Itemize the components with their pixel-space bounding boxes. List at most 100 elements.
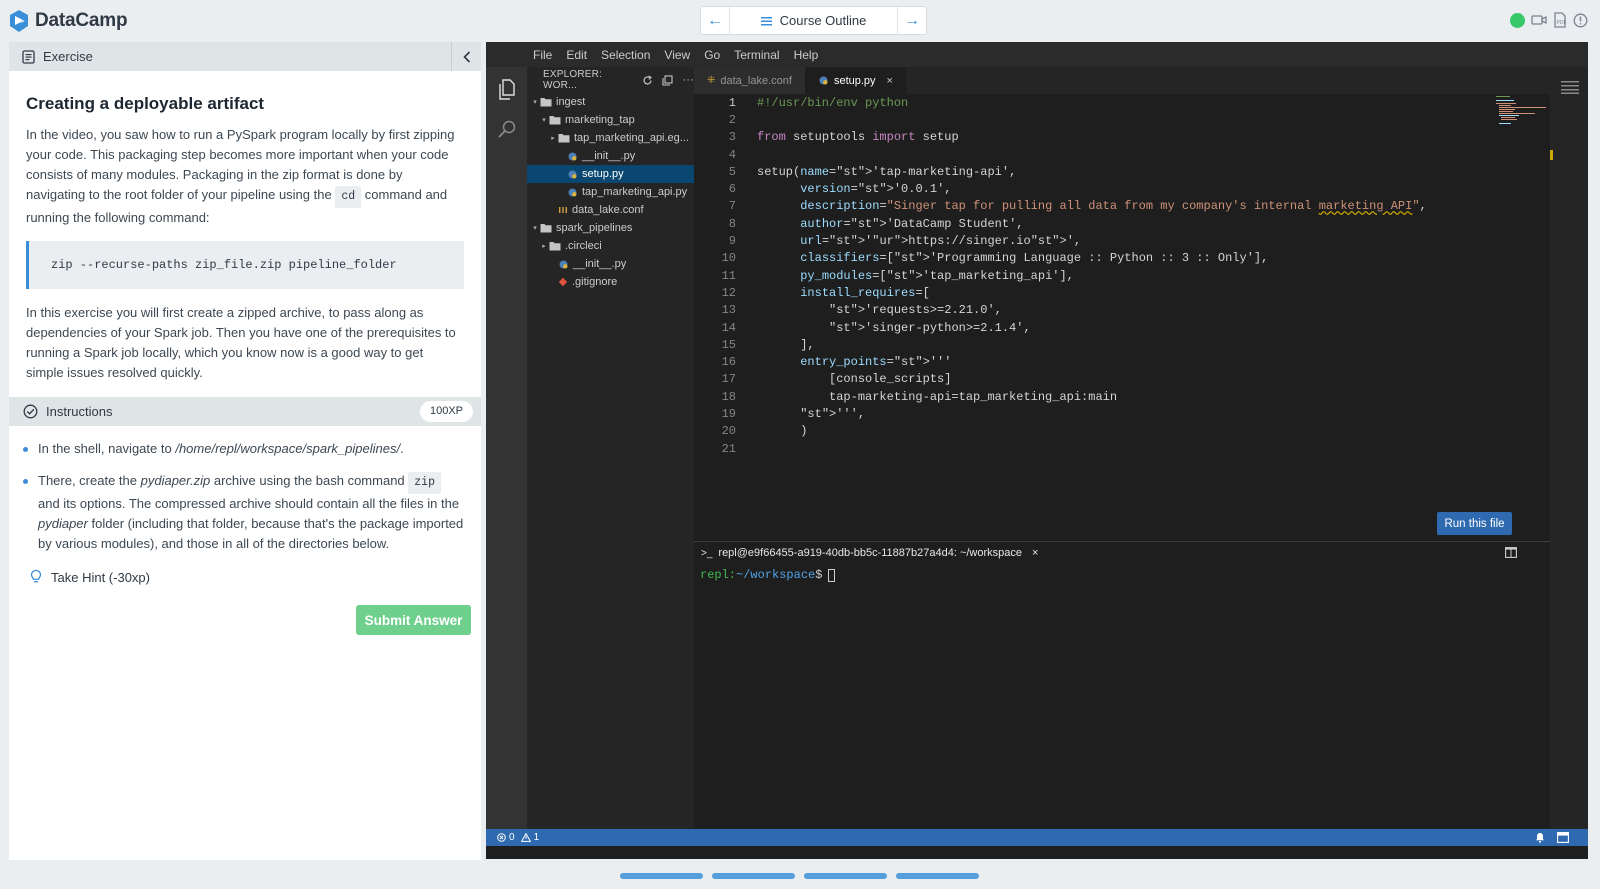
collapse-panel-button[interactable] — [451, 42, 481, 71]
tree-item[interactable]: .gitignore — [527, 273, 694, 291]
line-number: 19 — [721, 406, 736, 421]
command-text: zip --recurse-paths zip_file.zip pipelin… — [51, 258, 397, 272]
instruction-1-path: /home/repl/workspace/spark_pipelines/ — [175, 441, 401, 456]
line-number: 21 — [721, 441, 736, 456]
code-text: url="st">'"ur">https://singer.io"st">', — [800, 234, 1082, 249]
outline-list-icon[interactable] — [1561, 80, 1579, 94]
chevron-right-icon[interactable]: ▸ — [548, 134, 558, 142]
menu-file[interactable]: File — [533, 48, 552, 62]
previous-exercise-button[interactable]: ← — [701, 7, 729, 34]
chevron-down-icon[interactable]: ▾ — [539, 116, 549, 124]
tab-data-lake-conf[interactable]: ⁜ data_lake.conf — [694, 67, 805, 94]
line-number: 17 — [721, 372, 736, 387]
chevron-down-icon[interactable]: ▾ — [530, 98, 540, 106]
split-terminal-icon[interactable] — [1505, 547, 1517, 558]
datacamp-logo[interactable]: DataCamp — [8, 9, 128, 33]
code-line: 7 description="Singer tap for pulling al… — [694, 198, 1550, 215]
instruction-item: In the shell, navigate to /home/repl/wor… — [23, 439, 464, 459]
line-number: 15 — [721, 337, 736, 352]
feedback-icon[interactable] — [1557, 832, 1569, 843]
exercise-panel: Exercise Creating a deployable artifact … — [9, 42, 481, 860]
inline-code-cd: cd — [335, 186, 362, 208]
explorer-files-icon[interactable] — [497, 79, 517, 101]
line-number: 1 — [728, 95, 736, 110]
tree-item-label: __init__.py — [582, 150, 636, 162]
tab-setup-py[interactable]: setup.py × — [804, 67, 906, 94]
progress-segment[interactable] — [896, 873, 979, 879]
chevron-left-icon — [462, 50, 470, 63]
code-line: 19 "st">''', — [694, 405, 1550, 422]
tree-item[interactable]: ▸ .circleci — [527, 237, 694, 255]
code-line: 11 py_modules=["st">'tap_marketing_api']… — [694, 267, 1550, 284]
more-icon[interactable]: ··· — [682, 74, 694, 86]
menu-help[interactable]: Help — [794, 48, 819, 62]
inline-code-zip: zip — [408, 472, 441, 494]
tree-item[interactable]: ▾ spark_pipelines — [527, 219, 694, 237]
folder-icon — [540, 97, 552, 107]
code-line: 13 "st">'requests>=2.21.0', — [694, 302, 1550, 319]
menu-view[interactable]: View — [664, 48, 690, 62]
take-hint-label: Take Hint (-30xp) — [51, 569, 150, 585]
course-outline-button[interactable]: Course Outline — [729, 7, 898, 34]
tree-item[interactable]: __init__.py — [527, 255, 694, 273]
take-hint-button[interactable]: Take Hint (-30xp) — [30, 569, 481, 585]
tree-item[interactable]: ▾ ingest — [527, 93, 694, 111]
code-line: 10 classifiers=["st">'Programming Langua… — [694, 250, 1550, 267]
menu-go[interactable]: Go — [704, 48, 720, 62]
video-icon[interactable] — [1531, 13, 1547, 27]
top-right-icons: PDF — [1510, 12, 1588, 28]
search-icon[interactable] — [497, 119, 517, 139]
file-explorer: EXPLORER: WOR... ··· ▾ ingest ▾ marketing_t… — [527, 67, 694, 829]
tree-item[interactable]: setup.py — [527, 165, 694, 183]
menu-terminal[interactable]: Terminal — [734, 48, 779, 62]
terminal[interactable]: repl: ~/workspace $ — [700, 568, 836, 582]
chevron-right-icon[interactable]: ▸ — [539, 242, 549, 250]
close-tab-icon[interactable]: × — [887, 75, 893, 87]
terminal-tab-label[interactable]: repl@e9f66455-a919-40db-bb5c-11887b27a4d… — [718, 547, 1022, 559]
line-number: 18 — [721, 389, 736, 404]
tree-item[interactable]: data_lake.conf — [527, 201, 694, 219]
prompt-user: repl: — [700, 568, 737, 582]
run-this-file-button[interactable]: Run this file — [1437, 512, 1512, 535]
scroll-marker — [1550, 150, 1553, 160]
tree-item[interactable]: tap_marketing_api.py — [527, 183, 694, 201]
code-text: classifiers=["st">'Programming Language … — [800, 251, 1269, 266]
menu-edit[interactable]: Edit — [566, 48, 587, 62]
editor-scrollbar[interactable] — [1550, 81, 1588, 829]
notification-bell-icon[interactable] — [1535, 832, 1545, 843]
refresh-icon[interactable] — [642, 74, 653, 86]
collapse-all-icon[interactable] — [662, 74, 673, 86]
chevron-down-icon[interactable]: ▾ — [530, 224, 540, 232]
tree-item-label: setup.py — [582, 168, 624, 180]
error-count[interactable]: 0 — [509, 832, 515, 843]
code-text: from setuptools import setup — [757, 130, 959, 145]
next-exercise-button[interactable]: → — [898, 7, 926, 34]
bullet-icon — [23, 447, 28, 452]
minimap — [1496, 96, 1546, 126]
warning-count[interactable]: 1 — [534, 832, 540, 843]
menu-selection[interactable]: Selection — [601, 48, 650, 62]
submit-answer-button[interactable]: Submit Answer — [356, 605, 471, 635]
pdf-icon[interactable]: PDF — [1553, 12, 1567, 28]
instruction-text-1: In the shell, navigate to /home/repl/wor… — [38, 439, 404, 459]
progress-segment[interactable] — [712, 873, 795, 879]
progress-segment[interactable] — [804, 873, 887, 879]
tree-item[interactable]: ▸ tap_marketing_api.eg... — [527, 129, 694, 147]
prompt-symbol: $ — [815, 568, 823, 582]
code-line: 15 ], — [694, 336, 1550, 353]
explorer-header: EXPLORER: WOR... ··· — [527, 67, 694, 93]
code-text: author="st">'DataCamp Student', — [800, 216, 1024, 231]
exercise-intro: In the video, you saw how to run a PySpa… — [26, 125, 464, 228]
progress-segment[interactable] — [620, 873, 703, 879]
tree-item[interactable]: ▾ marketing_tap — [527, 111, 694, 129]
tree-item[interactable]: __init__.py — [527, 147, 694, 165]
tab-label: setup.py — [833, 74, 876, 87]
code-editor[interactable]: 1 #!/usr/bin/env python 2 3 from setuptools … — [694, 94, 1550, 544]
exercise-icon — [22, 49, 35, 64]
info-icon[interactable] — [1573, 13, 1588, 28]
config-file-icon: ⁜ — [707, 75, 716, 86]
check-circle-icon — [23, 404, 38, 419]
code-text: install_requires=[ — [800, 285, 930, 300]
line-number: 11 — [721, 268, 736, 283]
close-terminal-icon[interactable]: × — [1032, 547, 1038, 559]
